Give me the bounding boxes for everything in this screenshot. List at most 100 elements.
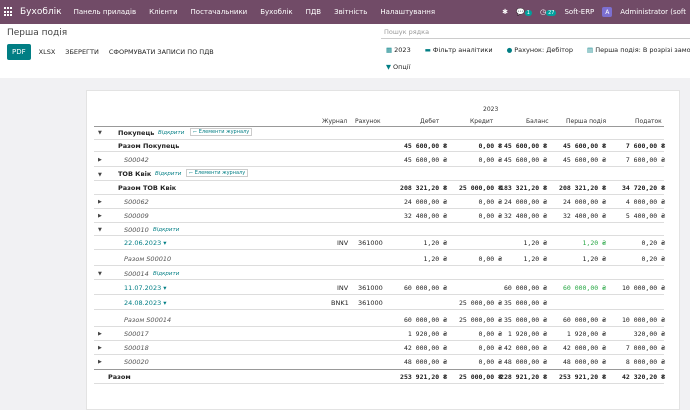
save-button[interactable]: ЗБЕРЕГТИ: [63, 45, 101, 59]
group-label: Покупець: [118, 129, 155, 137]
options-filter[interactable]: ▼ Опції: [386, 63, 410, 71]
first-event-filter[interactable]: ▤Перша подія: В розрізі замовлення: [587, 46, 690, 54]
menu-reporting[interactable]: Звітність: [334, 8, 367, 16]
row-label[interactable]: S00042: [124, 156, 149, 164]
balance-value: 32 400,00 ₴: [503, 212, 547, 220]
menu-accounting[interactable]: Бухоблік: [260, 8, 292, 16]
tax-value: 10 000,00 ₴: [621, 316, 665, 324]
account-value: 361000: [358, 284, 383, 292]
vat-records-button[interactable]: СФОРМУВАТИ ЗАПИСИ ПО ПДВ: [107, 45, 216, 59]
move-date[interactable]: 24.08.2023 ▾: [124, 299, 167, 307]
credit-value: 0,00 ₴: [478, 212, 502, 220]
app-grid-icon[interactable]: [4, 7, 14, 17]
activity-count-badge: 27: [546, 10, 557, 16]
expand-icon[interactable]: ▶: [98, 331, 102, 337]
collapse-icon[interactable]: ▼: [98, 172, 102, 178]
first-event-value: 32 400,00 ₴: [562, 212, 606, 220]
row-label[interactable]: S00017: [124, 330, 149, 338]
clock-icon[interactable]: ◷ 27: [540, 8, 557, 16]
credit-value: 25 000,00 ₴: [458, 373, 502, 381]
journal-items-button[interactable]: ⌐ Елементи журналу: [186, 169, 249, 177]
folder-icon: ▬: [424, 46, 431, 54]
row-label: Разом S00010: [124, 255, 172, 263]
debit-value: 24 000,00 ₴: [403, 198, 447, 206]
open-link[interactable]: Відкрити: [153, 271, 179, 277]
journal-value: INV: [337, 239, 349, 247]
balance-value: 35 000,00 ₴: [503, 299, 547, 307]
row-label[interactable]: S00009: [124, 212, 149, 220]
xlsx-button[interactable]: XLSX: [37, 45, 58, 59]
first-event-value: 60 000,00 ₴: [562, 284, 606, 292]
user-avatar[interactable]: A: [602, 7, 613, 17]
first-event-value: 48 000,00 ₴: [562, 358, 606, 366]
credit-value: 0,00 ₴: [478, 358, 502, 366]
tax-value: 34 720,20 ₴: [621, 184, 665, 192]
menu-dashboard[interactable]: Панель приладів: [74, 8, 137, 16]
debit-value: 45 600,00 ₴: [403, 156, 447, 164]
chat-icon[interactable]: 💬 1: [516, 8, 532, 16]
account-value: 361000: [358, 299, 383, 307]
debit-value: 1,20 ₴: [423, 255, 447, 263]
debit-value: 45 600,00 ₴: [403, 142, 447, 150]
move-date[interactable]: 22.06.2023 ▾: [124, 239, 167, 247]
collapse-icon[interactable]: ▼: [98, 271, 102, 277]
row-label[interactable]: S00014: [124, 270, 149, 278]
open-link[interactable]: Відкрити: [155, 171, 181, 177]
journal-value: BNK1: [331, 299, 349, 307]
tax-value: 42 320,20 ₴: [621, 373, 665, 381]
grand-total-label: Разом: [108, 373, 131, 381]
tax-value: 7 000,00 ₴: [625, 344, 665, 352]
pdf-button[interactable]: PDF: [7, 44, 31, 60]
menu-settings[interactable]: Налаштування: [380, 8, 435, 16]
tax-value: 0,20 ₴: [641, 239, 665, 247]
credit-value: 0,00 ₴: [478, 344, 502, 352]
tax-value: 7 600,00 ₴: [625, 156, 665, 164]
credit-value: 25 000,00 ₴: [458, 184, 502, 192]
row-label[interactable]: S00062: [124, 198, 149, 206]
menu-customers[interactable]: Клієнти: [149, 8, 177, 16]
row-label[interactable]: S00010: [124, 226, 149, 234]
analytics-filter[interactable]: ▬ Фільтр аналітики: [425, 46, 493, 54]
search-input[interactable]: Пошук рядка: [381, 26, 690, 39]
row-label: Разом S00014: [124, 316, 172, 324]
company-switcher[interactable]: Soft-ERP: [564, 8, 594, 16]
collapse-icon[interactable]: ▼: [98, 130, 102, 136]
debit-value: 1 920,00 ₴: [407, 330, 447, 338]
balance-value: 42 000,00 ₴: [503, 344, 547, 352]
balance-value: 183 321,20 ₴: [500, 184, 547, 192]
expand-icon[interactable]: ▶: [98, 213, 102, 219]
list-icon: ▤: [587, 46, 594, 54]
date-filter[interactable]: ▦ 2023: [386, 46, 411, 54]
bug-icon[interactable]: ✱: [502, 8, 508, 16]
menu-vat[interactable]: ПДВ: [306, 8, 322, 16]
debit-value: 32 400,00 ₴: [403, 212, 447, 220]
first-event-value: 60 000,00 ₴: [562, 316, 606, 324]
menu-vendors[interactable]: Постачальники: [191, 8, 248, 16]
credit-value: 0,00 ₴: [478, 255, 502, 263]
expand-icon[interactable]: ▶: [98, 199, 102, 205]
collapse-icon[interactable]: ▼: [98, 227, 102, 233]
report-sheet: 2023 Журнал Рахунок Дебет Кредит Баланс …: [86, 90, 680, 410]
credit-value: 0,00 ₴: [478, 142, 502, 150]
first-event-value: 24 000,00 ₴: [562, 198, 606, 206]
row-label: Разом Покупець: [118, 142, 180, 150]
row-label[interactable]: S00020: [124, 358, 149, 366]
col-account: Рахунок: [355, 118, 381, 125]
credit-value: 25 000,00 ₴: [458, 299, 502, 307]
debit-value: 42 000,00 ₴: [403, 344, 447, 352]
col-credit: Кредит: [470, 118, 494, 125]
app-name[interactable]: Бухоблік: [20, 7, 62, 17]
search-placeholder: Пошук рядка: [384, 28, 430, 36]
open-link[interactable]: Відкрити: [153, 227, 179, 233]
balance-value: 1,20 ₴: [523, 255, 547, 263]
move-date[interactable]: 11.07.2023 ▾: [124, 284, 167, 292]
journal-items-button[interactable]: ⌐ Елементи журналу: [190, 128, 253, 136]
row-label[interactable]: S00018: [124, 344, 149, 352]
user-menu[interactable]: Administrator (soft: [620, 8, 686, 16]
tax-value: 5 400,00 ₴: [625, 212, 665, 220]
account-filter[interactable]: ● Рахунок: Дебітор: [507, 46, 573, 54]
expand-icon[interactable]: ▶: [98, 359, 102, 365]
expand-icon[interactable]: ▶: [98, 157, 102, 163]
open-link[interactable]: Відкрити: [158, 130, 184, 136]
expand-icon[interactable]: ▶: [98, 345, 102, 351]
